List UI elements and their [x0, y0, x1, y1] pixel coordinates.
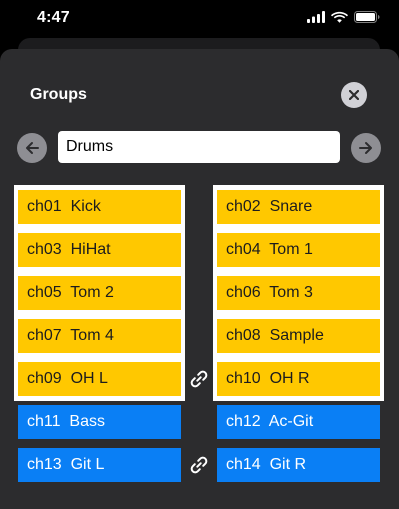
signal-bars-icon	[307, 11, 325, 23]
stereo-link-icon[interactable]	[189, 369, 209, 389]
channel-button[interactable]: ch03 HiHat	[18, 233, 181, 267]
next-group-button[interactable]	[351, 133, 381, 163]
channel-button[interactable]: ch11 Bass	[18, 405, 181, 439]
close-icon	[349, 90, 359, 100]
sheet-title: Groups	[30, 86, 87, 103]
stereo-link-icon[interactable]	[189, 455, 209, 475]
close-button[interactable]	[341, 82, 367, 108]
channel-button[interactable]: ch12 Ac-Git	[217, 405, 380, 439]
status-time: 4:47	[37, 9, 70, 26]
channel-button[interactable]: ch09 OH L	[18, 362, 181, 396]
channel-button[interactable]: ch14 Git R	[217, 448, 380, 482]
previous-group-button[interactable]	[17, 133, 47, 163]
groups-sheet: Groups ch01 Kick ch03 HiHat ch05 Tom 2 c…	[0, 49, 399, 509]
channel-button[interactable]: ch01 Kick	[18, 190, 181, 224]
status-bar: 4:47	[0, 0, 399, 40]
channel-button[interactable]: ch04 Tom 1	[217, 233, 380, 267]
channel-button[interactable]: ch02 Snare	[217, 190, 380, 224]
channel-button[interactable]: ch08 Sample	[217, 319, 380, 353]
wifi-icon	[331, 11, 348, 23]
battery-icon	[354, 11, 380, 23]
arrow-right-icon	[359, 142, 372, 154]
channel-button[interactable]: ch07 Tom 4	[18, 319, 181, 353]
channel-button[interactable]: ch06 Tom 3	[217, 276, 380, 310]
channel-button[interactable]: ch10 OH R	[217, 362, 380, 396]
channel-button[interactable]: ch05 Tom 2	[18, 276, 181, 310]
status-icons	[307, 11, 380, 23]
group-name-input[interactable]	[58, 131, 340, 163]
arrow-left-icon	[26, 142, 39, 154]
channel-button[interactable]: ch13 Git L	[18, 448, 181, 482]
